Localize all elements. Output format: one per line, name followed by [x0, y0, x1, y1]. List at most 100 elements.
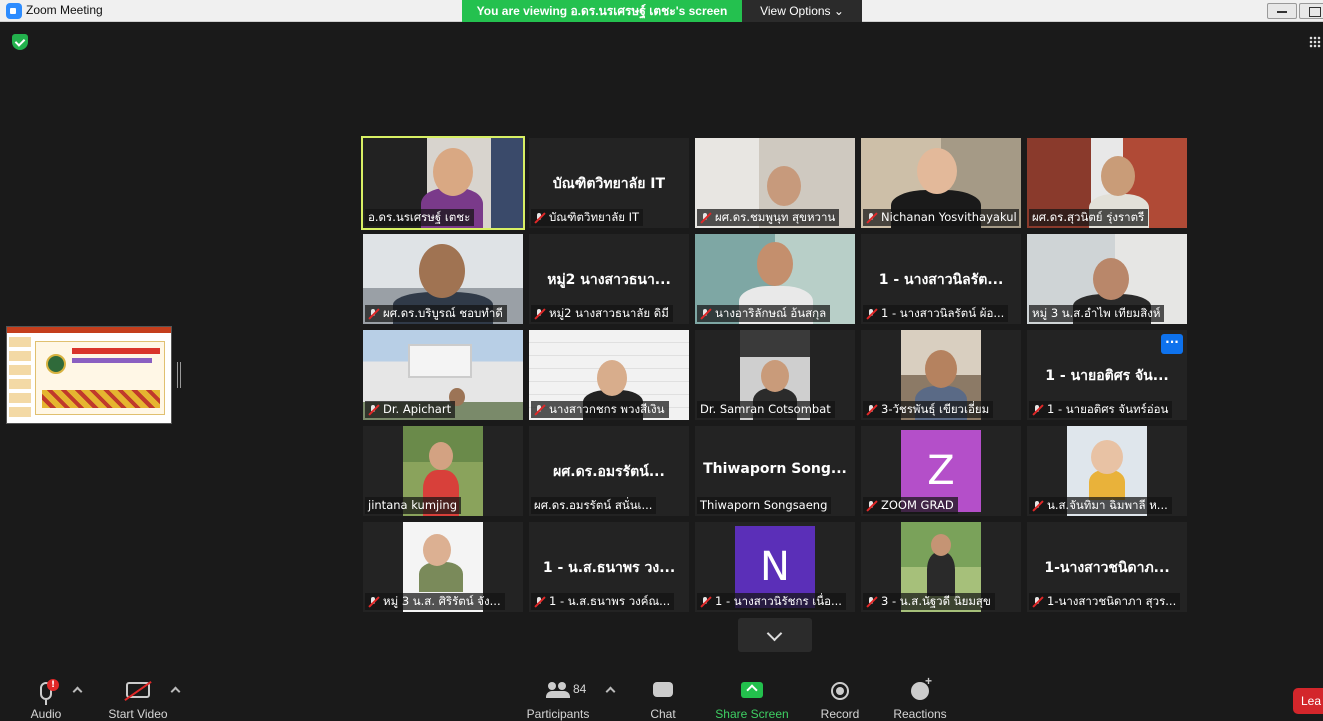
- record-label: Record: [820, 707, 860, 721]
- video-tile[interactable]: บัณฑิตวิทยาลัย IT บัณฑิตวิทยาลัย IT: [529, 138, 689, 228]
- participant-body: [419, 562, 463, 592]
- audio-options-caret-icon[interactable]: [72, 686, 83, 697]
- video-tile[interactable]: หมู่ 3 น.ส. ศิริรัตน์ จัง...: [363, 522, 523, 612]
- participants-options-caret-icon[interactable]: [605, 686, 616, 697]
- participant-face: [429, 442, 453, 470]
- participant-body: [927, 552, 955, 596]
- participant-name-label: 3-วัชรพันธุ์ เขียวเอี่ยม: [863, 401, 994, 418]
- slide-thumbnails: [9, 337, 31, 417]
- share-screen-button[interactable]: Share Screen: [715, 674, 789, 721]
- video-tile[interactable]: Dr. Samran Cotsombat: [695, 330, 855, 420]
- slide-heading: [72, 348, 160, 354]
- video-tile[interactable]: jintana kumjing: [363, 426, 523, 516]
- video-options-caret-icon[interactable]: [170, 686, 181, 697]
- video-tile[interactable]: Nichanan Yosvithayakul: [861, 138, 1021, 228]
- mic-muted-icon: [534, 596, 545, 608]
- chat-label: Chat: [650, 707, 676, 721]
- video-tile[interactable]: ผศ.ดร.สุวนิตย์ รุ่งราตรี: [1027, 138, 1187, 228]
- participant-name-label: อ.ดร.นรเศรษฐ์ เตชะ: [365, 209, 475, 226]
- powerpoint-titlebar: [7, 327, 171, 333]
- video-off-icon: [126, 682, 150, 698]
- slide-subheading: [72, 358, 152, 363]
- video-tile[interactable]: Z ZOOM GRAD: [861, 426, 1021, 516]
- video-tile[interactable]: หมู่ 3 น.ส.อำไพ เทียมสิงห์: [1027, 234, 1187, 324]
- chat-icon: [653, 682, 673, 697]
- participants-icon: [546, 682, 570, 698]
- start-video-button[interactable]: Start Video: [108, 674, 168, 721]
- audio-warning-badge: !: [47, 679, 59, 691]
- video-tile[interactable]: ผศ.ดร.บริบูรณ์ ชอบทำดี: [363, 234, 523, 324]
- mic-muted-icon: [866, 404, 877, 416]
- record-button[interactable]: Record: [820, 674, 860, 721]
- participant-face: [761, 360, 789, 392]
- audio-label: Audio: [30, 707, 62, 721]
- participant-name-label: jintana kumjing: [365, 497, 462, 514]
- security-shield-icon[interactable]: [12, 34, 28, 50]
- participants-button[interactable]: Participants: [527, 674, 589, 721]
- participant-face: [419, 244, 465, 298]
- participant-body: [1089, 470, 1125, 500]
- thumbnail-resize-handle[interactable]: [177, 362, 181, 388]
- video-tile[interactable]: ผศ.ดร.อมรรัตน์... ผศ.ดร.อมรรัตน์ สนั่นเ.…: [529, 426, 689, 516]
- video-tile[interactable]: 3 - น.ส.นัฐวดี นิยมสุข: [861, 522, 1021, 612]
- mic-muted-icon: [534, 308, 545, 320]
- participant-face: [931, 534, 951, 556]
- participant-face: [917, 148, 957, 194]
- video-tile[interactable]: อ.ดร.นรเศรษฐ์ เตชะ: [361, 136, 525, 230]
- audio-button[interactable]: Audio: [26, 674, 66, 721]
- building-sign: [408, 344, 472, 378]
- participant-name-label: Thiwaporn Songsaeng: [697, 497, 832, 514]
- participant-display-name: หมู่2 นางสาวธนา...: [547, 272, 671, 288]
- video-tile[interactable]: Dr. Apichart: [363, 330, 523, 420]
- record-icon: [831, 682, 849, 700]
- participants-count: 84: [573, 682, 587, 696]
- video-tile[interactable]: หมู่2 นางสาวธนา... หมู่2 นางสาวธนาลัย ดิ…: [529, 234, 689, 324]
- university-logo: [46, 354, 66, 374]
- participant-face: [1101, 156, 1135, 196]
- participant-name-label: ผศ.ดร.ชมพูนุท สุขหวาน: [697, 209, 840, 226]
- shared-slide: [35, 341, 165, 415]
- participant-name-label: น.ส.จันทิมา ฉิมพาลี ห...: [1029, 497, 1172, 514]
- participant-name-label: Nichanan Yosvithayakul: [863, 209, 1019, 226]
- participant-name-label: หมู่2 นางสาวธนาลัย ดิมี: [531, 305, 673, 322]
- participant-name-label: นางอาริลักษณ์ อ้นสกุล: [697, 305, 831, 322]
- video-tile[interactable]: น.ส.จันทิมา ฉิมพาลี ห...: [1027, 426, 1187, 516]
- mic-muted-icon: [700, 212, 711, 224]
- next-page-chevron-down-icon[interactable]: [738, 618, 812, 652]
- video-tile[interactable]: นางอาริลักษณ์ อ้นสกุล: [695, 234, 855, 324]
- maximize-button[interactable]: [1299, 3, 1323, 19]
- participant-face: [1091, 440, 1123, 474]
- video-tile[interactable]: Thiwaporn Song... Thiwaporn Songsaeng: [695, 426, 855, 516]
- video-tile[interactable]: ··· 1 - นายอติศร จัน... 1 - นายอติศร จัน…: [1027, 330, 1187, 420]
- video-tile[interactable]: ผศ.ดร.ชมพูนุท สุขหวาน: [695, 138, 855, 228]
- video-tile[interactable]: 1-นางสาวชนิดาภ... 1-นางสาวชนิดาภา สุวร..…: [1027, 522, 1187, 612]
- participant-name-label: 1 - น.ส.ธนาพร วงค์ณ...: [531, 593, 675, 610]
- video-tile[interactable]: นางสาวกชกร พวงสีเงิน: [529, 330, 689, 420]
- leave-button[interactable]: Lea: [1293, 688, 1323, 714]
- tile-more-options-button[interactable]: ···: [1161, 334, 1183, 354]
- video-tile[interactable]: 3-วัชรพันธุ์ เขียวเอี่ยม: [861, 330, 1021, 420]
- participant-name-label: 3 - น.ส.นัฐวดี นิยมสุข: [863, 593, 995, 610]
- video-tile[interactable]: N 1 - นางสาวนิรัชกร เนื่อ...: [695, 522, 855, 612]
- reactions-icon: [911, 674, 932, 700]
- gallery-view-icon[interactable]: [1309, 36, 1321, 48]
- video-tile[interactable]: 1 - น.ส.ธนาพร วง... 1 - น.ส.ธนาพร วงค์ณ.…: [529, 522, 689, 612]
- mic-muted-icon: [866, 500, 877, 512]
- participant-display-name: 1 - นายอติศร จัน...: [1045, 368, 1169, 384]
- shared-screen-thumbnail[interactable]: [6, 326, 172, 424]
- chat-button[interactable]: Chat: [643, 674, 683, 721]
- meeting-toolbar: Audio ! Start Video Participants 84 Chat…: [0, 674, 1323, 721]
- participant-name-label: Dr. Samran Cotsombat: [697, 401, 835, 418]
- participant-name-label: หมู่ 3 น.ส.อำไพ เทียมสิงห์: [1029, 305, 1165, 322]
- mic-muted-icon: [700, 596, 711, 608]
- view-options-button[interactable]: View Options ⌄: [742, 0, 862, 22]
- reactions-button[interactable]: Reactions: [893, 674, 946, 721]
- mic-muted-icon: [368, 404, 379, 416]
- minimize-button[interactable]: [1267, 3, 1297, 19]
- video-tile[interactable]: 1 - นางสาวนิลรัต... 1 - นางสาวนิลรัตน์ ผ…: [861, 234, 1021, 324]
- participant-name-label: 1 - นางสาวนิลรัตน์ ผ้อ...: [863, 305, 1009, 322]
- participant-name-label: นางสาวกชกร พวงสีเงิน: [531, 401, 669, 418]
- participant-display-name: บัณฑิตวิทยาลัย IT: [552, 176, 666, 192]
- participant-display-name: ผศ.ดร.อมรรัตน์...: [553, 464, 665, 480]
- share-screen-label: Share Screen: [715, 707, 789, 721]
